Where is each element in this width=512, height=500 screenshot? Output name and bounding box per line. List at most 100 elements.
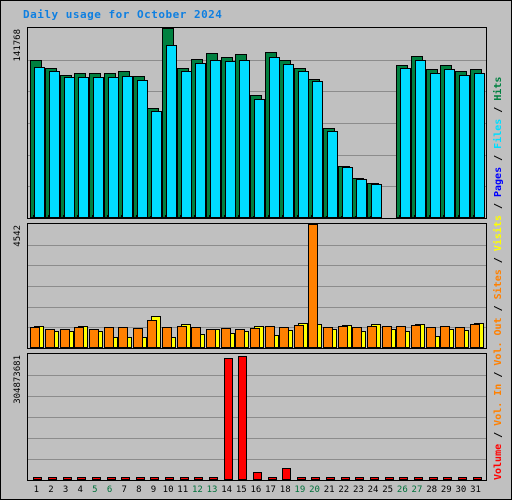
volume-bar bbox=[77, 477, 87, 480]
sites-bar bbox=[454, 327, 465, 348]
sites-bar bbox=[440, 326, 451, 348]
day-bar-group bbox=[425, 224, 440, 348]
day-bar-group bbox=[396, 224, 411, 348]
day-bar-group bbox=[425, 28, 441, 218]
day-bar-group bbox=[469, 28, 485, 218]
day-bar-group bbox=[235, 28, 251, 218]
day-bar-group bbox=[337, 224, 352, 348]
x-axis-tick-label: 8 bbox=[136, 485, 142, 495]
legend-separator: / bbox=[493, 365, 504, 384]
legend-item-visits: Visits bbox=[493, 215, 504, 252]
files-bar bbox=[136, 80, 148, 218]
day-bar-group bbox=[220, 224, 235, 348]
volume-bar bbox=[296, 477, 306, 480]
x-axis-tick-label: 7 bbox=[121, 485, 127, 495]
day-bar-group bbox=[162, 28, 178, 218]
day-bar-group bbox=[206, 354, 221, 480]
x-axis-tick-label: 22 bbox=[338, 485, 350, 495]
volume-bar bbox=[238, 356, 248, 480]
files-bar bbox=[180, 71, 192, 218]
day-bar-group bbox=[440, 354, 455, 480]
legend-item-vol-in: Vol. In bbox=[493, 383, 504, 426]
volume-plot bbox=[27, 353, 487, 481]
x-axis-tick-label: 5 bbox=[92, 485, 98, 495]
day-bar-group bbox=[147, 224, 162, 348]
volume-bar bbox=[399, 477, 409, 480]
day-bar-group bbox=[191, 28, 207, 218]
sites-bar bbox=[308, 224, 319, 348]
volume-bar bbox=[33, 477, 43, 480]
sites-bar bbox=[206, 329, 216, 348]
day-bar-group bbox=[352, 354, 367, 480]
day-bar-group bbox=[176, 28, 192, 218]
day-bar-group bbox=[191, 354, 206, 480]
sites-bar bbox=[249, 328, 260, 348]
day-bar-group bbox=[440, 28, 456, 218]
sites-bar bbox=[396, 326, 407, 348]
legend-text: Volume / Vol. In / Vol. Out / Sites / Vi… bbox=[493, 77, 504, 480]
sites-bar bbox=[410, 325, 421, 348]
day-bar-group bbox=[454, 28, 470, 218]
sites-bar bbox=[323, 327, 334, 348]
sites-bar bbox=[381, 326, 392, 348]
legend-item-files: Files bbox=[493, 118, 504, 149]
files-bar bbox=[356, 179, 368, 218]
x-axis-tick-label: 1 bbox=[33, 485, 40, 495]
x-axis-tick-label: 11 bbox=[177, 485, 189, 495]
sites-bar bbox=[469, 324, 480, 348]
day-bar-group bbox=[162, 224, 177, 348]
day-bar-group bbox=[293, 28, 309, 218]
x-axis-tick-label: 3 bbox=[62, 485, 69, 495]
legend-separator: / bbox=[493, 148, 504, 167]
legend-item-hits: Hits bbox=[493, 76, 504, 101]
sites-bar bbox=[44, 329, 55, 348]
sites-bar bbox=[59, 329, 70, 348]
x-axis-tick-label: 10 bbox=[162, 485, 174, 495]
day-bar-group bbox=[396, 354, 411, 480]
day-bar-group bbox=[103, 28, 119, 218]
legend-separator: / bbox=[493, 425, 504, 444]
sites-bar bbox=[337, 326, 348, 348]
volume-bar bbox=[194, 477, 204, 480]
day-bar-group bbox=[162, 354, 177, 480]
day-bar-group bbox=[308, 354, 323, 480]
x-axis-tick-label: 6 bbox=[106, 485, 113, 495]
day-bar-group bbox=[191, 224, 206, 348]
volume-bar bbox=[209, 477, 218, 480]
files-bar bbox=[48, 71, 60, 218]
day-bar-group bbox=[396, 28, 412, 218]
files-bar bbox=[327, 131, 339, 218]
day-bar-group bbox=[88, 224, 104, 348]
day-bar-group bbox=[176, 224, 191, 348]
files-bar bbox=[312, 81, 324, 218]
files-bar bbox=[224, 61, 236, 218]
volume-bar bbox=[91, 477, 101, 480]
day-bar-group bbox=[74, 28, 90, 218]
x-axis-tick-label: 4 bbox=[77, 485, 83, 495]
bar-group-container bbox=[28, 224, 486, 348]
legend-item-volume: Volume bbox=[493, 443, 504, 480]
sites-bar bbox=[132, 328, 143, 348]
sites-bar bbox=[352, 327, 363, 348]
x-axis-day-labels: 1 2 3 4 5 6 7 8 9 10 11 12 13 14 15 16 17 18 19 20 21 22 23 24 2… bbox=[27, 483, 485, 497]
files-bar bbox=[297, 71, 309, 218]
files-bar bbox=[78, 77, 90, 218]
volume-bar bbox=[384, 477, 394, 480]
files-bar bbox=[458, 75, 470, 218]
x-axis-tick-label: 18 bbox=[279, 485, 291, 495]
sites-bar bbox=[425, 327, 436, 348]
volume-bar bbox=[457, 477, 467, 480]
day-bar-group bbox=[279, 224, 294, 348]
volume-bar bbox=[150, 477, 160, 480]
sites-bar bbox=[88, 329, 99, 348]
files-bar bbox=[253, 99, 265, 218]
day-bar-group bbox=[454, 224, 470, 348]
sites-bar bbox=[279, 327, 290, 348]
volume-bar bbox=[121, 477, 131, 480]
day-bar-group bbox=[381, 354, 396, 480]
bar-group-container bbox=[28, 354, 486, 480]
sites-visits-plot bbox=[27, 223, 487, 349]
files-bar bbox=[195, 63, 207, 218]
day-bar-group bbox=[264, 28, 280, 218]
day-bar-group bbox=[132, 354, 147, 480]
